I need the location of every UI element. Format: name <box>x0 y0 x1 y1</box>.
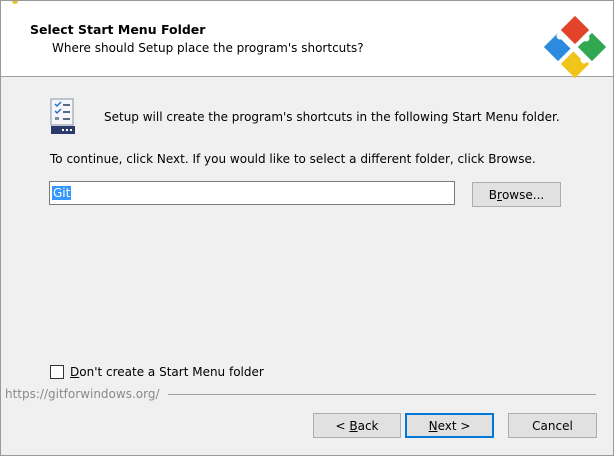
back-mnemonic: B <box>349 418 358 433</box>
page-subtitle: Where should Setup place the program's s… <box>52 41 364 55</box>
browse-label-after: owse... <box>501 187 545 202</box>
no-start-menu-folder-option[interactable]: Don't create a Start Menu folder <box>50 365 264 379</box>
browse-label-before: B <box>488 187 498 202</box>
next-after: ext > <box>437 418 471 433</box>
info-text: Setup will create the program's shortcut… <box>104 110 560 124</box>
instruction-text: To continue, click Next. If you would li… <box>50 152 536 166</box>
checkbox-label-after: on't create a Start Menu folder <box>79 365 264 379</box>
back-after: ack <box>357 418 379 433</box>
start-menu-folder-icon <box>50 98 75 134</box>
checkbox-mnemonic: D <box>70 365 80 379</box>
back-button[interactable]: < Back <box>313 413 401 438</box>
footer-url: https://gitforwindows.org/ <box>5 387 160 401</box>
no-start-menu-folder-checkbox[interactable] <box>50 365 64 379</box>
checkbox-label: Don't create a Start Menu folder <box>70 365 264 379</box>
back-prefix: < <box>335 418 350 433</box>
page-title: Select Start Menu Folder <box>30 22 206 37</box>
footer-divider <box>168 394 596 395</box>
cancel-button[interactable]: Cancel <box>508 413 597 438</box>
wizard-header: Select Start Menu Folder Where should Se… <box>0 6 614 78</box>
folder-input-value: Git <box>52 186 72 200</box>
start-menu-folder-input[interactable]: Git <box>49 181 455 205</box>
next-button[interactable]: Next > <box>405 413 494 438</box>
browse-button[interactable]: Br owse... <box>472 182 561 207</box>
git-logo-icon <box>543 16 607 78</box>
cancel-label: Cancel <box>532 418 573 433</box>
next-mnemonic: N <box>428 418 438 433</box>
